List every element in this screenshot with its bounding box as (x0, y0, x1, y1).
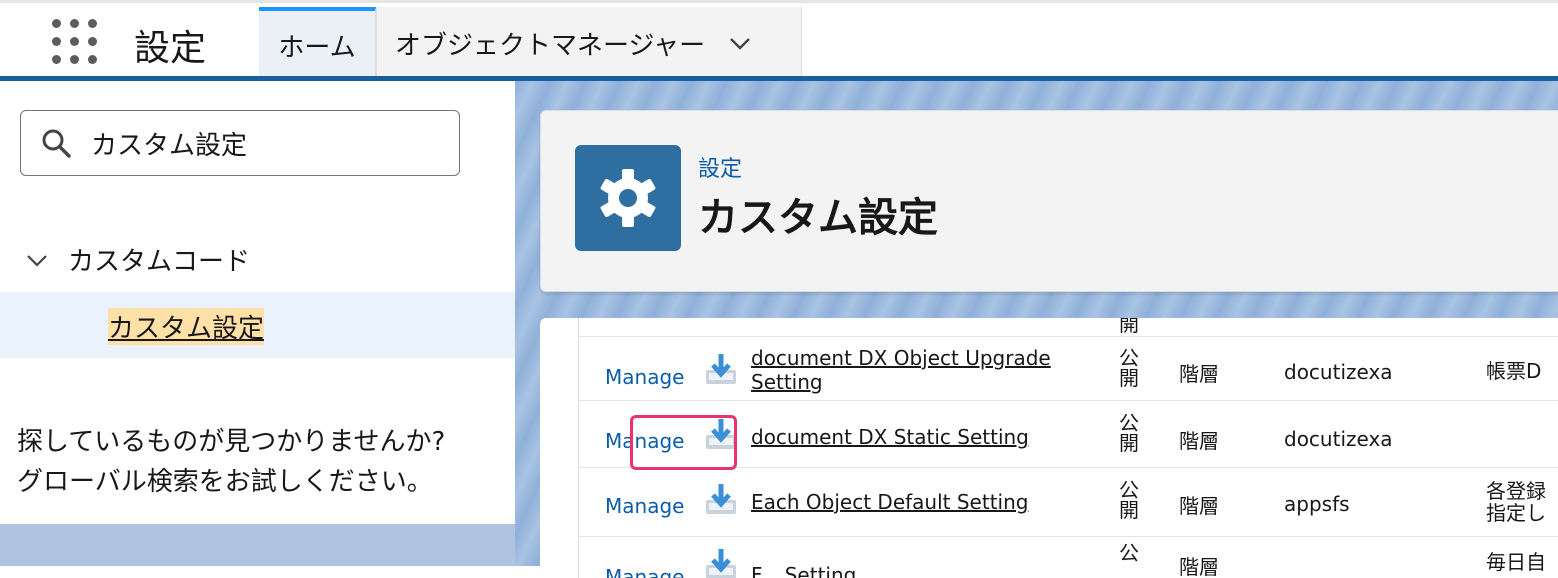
setting-name-line-1[interactable]: document DX Object Upgrade (751, 346, 1051, 370)
description-cell: 帳票D (1486, 359, 1542, 383)
search-icon (42, 129, 71, 158)
manage-link[interactable]: Manage (605, 494, 684, 518)
global-header: 設定 ホーム オブジェクトマネージャー (0, 0, 1558, 79)
type-cell: 階層 (1179, 429, 1219, 453)
sidebar-footer-background (0, 524, 515, 566)
namespace-cell: docutizexa (1284, 360, 1393, 384)
download-icon (706, 484, 736, 514)
not-found-line-1: 探しているものが見つかりませんか? (17, 427, 446, 457)
type-cell: 階層 (1179, 494, 1219, 518)
quick-find-box[interactable] (20, 110, 460, 176)
visibility-cell: 公 (1119, 541, 1139, 565)
page-title: カスタム設定 (698, 195, 938, 241)
chevron-down-icon[interactable] (727, 30, 753, 56)
manage-link[interactable]: Manage (605, 565, 684, 578)
visibility-cell: 公開 (1119, 478, 1139, 522)
table-row: Manage Each Object Default Setting 公開 階層… (579, 468, 1558, 537)
tree-item-custom-code[interactable]: カスタムコード (24, 241, 250, 278)
visibility-cell: 公開 (1119, 411, 1139, 455)
table-row: Manage document DX Object Upgrade Settin… (579, 336, 1558, 401)
tab-object-manager[interactable]: オブジェクトマネージャー (376, 7, 802, 79)
app-title: 設定 (134, 28, 207, 69)
description-cell: 各登録 指定し (1486, 479, 1546, 525)
app-launcher-icon[interactable] (52, 19, 98, 65)
visibility-cell: 開 (1119, 318, 1139, 336)
download-icon (706, 549, 736, 578)
type-cell: 階層 (1179, 555, 1219, 578)
setting-name-link[interactable]: F... Setting (751, 563, 856, 578)
visibility-cell: 公開 (1119, 346, 1139, 390)
tab-object-manager-label: オブジェクトマネージャー (395, 30, 706, 61)
namespace-cell: docutizexa (1284, 427, 1393, 451)
not-found-message: 探しているものが見つかりませんか? グローバル検索をお試しください。 (17, 422, 445, 502)
manage-link[interactable]: Manage (605, 365, 684, 389)
custom-settings-list: 開 定。 Manage document DX Object Upgrade S… (540, 318, 1558, 578)
tree-item-custom-code-label: カスタムコード (68, 247, 251, 277)
chevron-down-icon[interactable] (24, 247, 50, 273)
setup-sidebar: カスタムコード カスタム設定 探しているものが見つかりませんか? グローバル検索… (0, 81, 515, 524)
quick-find-input[interactable] (89, 127, 433, 159)
setting-name-line-2[interactable]: Setting (751, 370, 823, 394)
setting-name-link[interactable]: document DX Object Upgrade Setting (751, 346, 1051, 394)
tree-item-custom-settings[interactable]: カスタム設定 (0, 292, 515, 358)
setting-name-link[interactable]: Each Object Default Setting (751, 490, 1028, 514)
setup-gear-icon (575, 145, 681, 251)
not-found-line-2: グローバル検索をお試しください。 (17, 467, 433, 497)
description-cell: 毎日自 (1486, 550, 1546, 574)
tab-home-label: ホーム (278, 32, 356, 63)
namespace-cell: appsfs (1284, 492, 1350, 516)
download-icon (706, 354, 736, 384)
table-row: Manage F... Setting 公 階層 毎日自 (579, 537, 1558, 578)
gear-icon (600, 169, 656, 227)
custom-settings-table: 開 定。 Manage document DX Object Upgrade S… (578, 318, 1558, 578)
tree-item-custom-settings-label[interactable]: カスタム設定 (108, 308, 265, 345)
tab-home[interactable]: ホーム (259, 7, 376, 79)
page-header: 設定 カスタム設定 (540, 110, 1558, 292)
type-cell: 階層 (1179, 362, 1219, 386)
table-row: 開 定。 (579, 318, 1558, 337)
breadcrumb[interactable]: 設定 (698, 151, 742, 183)
setting-name-link[interactable]: document DX Static Setting (751, 425, 1029, 449)
manage-link-highlight (630, 415, 737, 470)
